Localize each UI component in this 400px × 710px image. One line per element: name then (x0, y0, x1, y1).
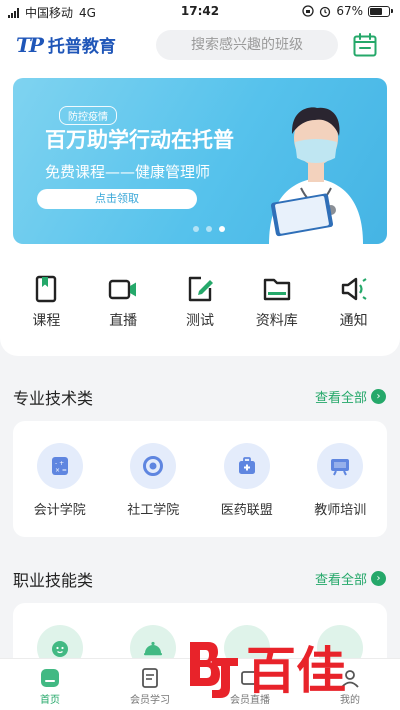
carousel-dots[interactable] (193, 226, 225, 232)
category-label: 会计学院 (33, 503, 86, 518)
category-icon-bg: - + × = (36, 443, 83, 489)
tab-label: 首页 (40, 695, 60, 706)
category-label: 教师培训 (314, 503, 367, 518)
category-teacher-training[interactable]: 教师培训 (300, 443, 380, 537)
battery-icon (368, 5, 393, 17)
blackboard-icon (331, 459, 350, 476)
edit-icon (188, 276, 213, 302)
quick-nav-label: 资料库 (255, 313, 298, 329)
target-icon (143, 456, 164, 476)
category-label: 社工学院 (127, 503, 180, 518)
svg-text:× =: × = (55, 467, 67, 474)
banner-subtitle: 免费课程——健康管理师 (45, 163, 211, 181)
app-header: TP 托普教育 搜索感兴趣的班级 (0, 24, 400, 66)
quick-nav-label: 直播 (109, 313, 138, 329)
banner-tag: 防控疫情 (59, 106, 117, 125)
professional-card: - + × = 会计学院 社工学院 医药联盟 教师培训 (13, 421, 387, 537)
food-cloche-icon (144, 641, 163, 656)
category-label: 医药联盟 (220, 503, 273, 518)
category-icon-bg (130, 443, 177, 489)
svg-text:- +: - + (55, 460, 64, 467)
see-all-label: 查看全部 (314, 391, 367, 406)
study-icon (142, 668, 158, 688)
banner-headline: 百万助学行动在托普 (45, 128, 234, 152)
lock-rotation-icon (302, 5, 314, 17)
book-icon (36, 275, 57, 303)
quick-nav-label: 测试 (185, 313, 214, 329)
tab-member-study[interactable]: 会员学习 (100, 659, 200, 710)
carousel-dot[interactable] (193, 226, 199, 232)
watermark-text: 百佳 (246, 642, 346, 700)
quick-nav-label: 课程 (32, 313, 61, 329)
calculator-icon: - +× = (51, 457, 68, 475)
category-accounting[interactable]: - + × = 会计学院 (20, 443, 100, 537)
category-icon-bg (317, 443, 364, 489)
quick-nav-label: 通知 (339, 313, 368, 329)
quick-nav-live[interactable]: 直播 (88, 274, 158, 330)
category-social-work[interactable]: 社工学院 (113, 443, 193, 537)
quick-nav-library[interactable]: 资料库 (242, 274, 312, 330)
quick-nav-course[interactable]: 课程 (11, 274, 81, 330)
home-icon (41, 669, 59, 687)
logo-mark: TP (16, 32, 44, 57)
promo-banner[interactable]: 防控疫情 百万助学行动在托普 免费课程——健康管理师 点击领取 (13, 78, 387, 244)
folder-icon (263, 278, 290, 301)
chevron-right-icon: › (371, 571, 386, 586)
quick-nav-test[interactable]: 测试 (165, 274, 235, 330)
see-all-vocational-button[interactable]: 查看全部 › (315, 569, 386, 588)
section-title-professional: 专业技术类 (13, 389, 94, 408)
see-all-professional-button[interactable]: 查看全部 › (315, 387, 386, 406)
carousel-dot[interactable] (206, 226, 212, 232)
battery-label: 67% (336, 4, 363, 18)
top-panel: 防控疫情 百万助学行动在托普 免费课程——健康管理师 点击领取 课程 直播 测试… (0, 66, 400, 356)
status-right: 67% (302, 4, 393, 18)
video-camera-icon (108, 279, 137, 300)
banner-claim-button[interactable]: 点击领取 (37, 189, 197, 209)
logo-text: 托普教育 (47, 37, 116, 57)
speaker-icon (341, 277, 367, 301)
status-bar: 中国移动 4G 17:42 67% (0, 0, 400, 24)
quick-nav: 课程 直播 测试 资料库 通知 (0, 274, 400, 330)
chevron-right-icon: › (371, 389, 386, 404)
see-all-label: 查看全部 (314, 573, 367, 588)
calendar-icon[interactable] (352, 32, 378, 58)
search-input[interactable]: 搜索感兴趣的班级 (156, 30, 338, 60)
baby-face-icon (51, 641, 68, 657)
tab-label: 会员学习 (130, 695, 170, 706)
tab-home[interactable]: 首页 (0, 659, 100, 710)
watermark-logo: 百佳 (190, 642, 346, 700)
quick-nav-notice[interactable]: 通知 (319, 274, 389, 330)
carousel-dot-active[interactable] (219, 226, 225, 232)
medical-kit-icon (238, 457, 255, 474)
logo: TP 托普教育 (16, 32, 116, 58)
category-medicine[interactable]: 医药联盟 (207, 443, 287, 537)
category-icon-bg (223, 443, 270, 489)
section-title-vocational: 职业技能类 (13, 571, 94, 590)
alarm-icon (320, 6, 331, 17)
doctor-illustration (269, 107, 363, 244)
